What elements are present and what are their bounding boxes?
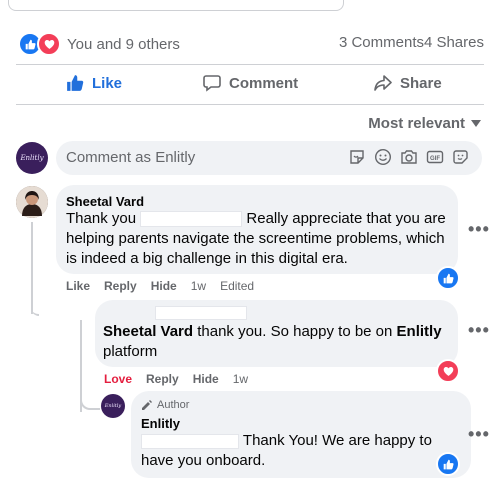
avatar[interactable]: [16, 186, 48, 218]
reply-hide-link[interactable]: Hide: [193, 372, 219, 386]
redacted-mention: [140, 211, 243, 228]
comment-input[interactable]: Comment as Enlitly GIF: [56, 141, 482, 175]
thread-line: [80, 392, 100, 410]
pencil-icon: [142, 400, 152, 410]
comment-hide-link[interactable]: Hide: [151, 279, 177, 293]
redacted-mention: [141, 433, 239, 449]
reply-text: Thank You! We are happy to have you onbo…: [141, 432, 432, 469]
comments-count[interactable]: 3 Comments: [339, 34, 424, 51]
share-icon: [374, 75, 392, 91]
thumbs-up-icon: [67, 75, 84, 91]
comment-placeholder: Comment as Enlitly: [66, 149, 196, 166]
comment-label: Comment: [229, 74, 299, 92]
share-button[interactable]: Share: [374, 74, 442, 92]
avatar-sticker-icon[interactable]: [452, 148, 470, 166]
reply-bubble: Sheetal Vard thank you. So happy to be o…: [95, 300, 458, 367]
gif-icon[interactable]: GIF: [426, 148, 444, 166]
comment-author[interactable]: Sheetal Vard: [66, 194, 144, 209]
like-icon[interactable]: [436, 266, 460, 290]
comment-icon: [203, 75, 221, 92]
like-label: Like: [92, 74, 123, 92]
like-button[interactable]: Like: [66, 74, 122, 92]
reactions-text[interactable]: You and 9 others: [67, 36, 180, 53]
like-icon[interactable]: [436, 452, 460, 476]
comment-meta: Like Reply Hide 1w Edited: [66, 279, 254, 293]
svg-text:GIF: GIF: [430, 156, 440, 162]
more-options-button[interactable]: •••: [468, 219, 490, 240]
comment-text: Thank you Really appreciate that you are…: [66, 210, 446, 267]
share-label: Share: [400, 74, 442, 92]
mention-link[interactable]: Enlitly: [397, 323, 442, 340]
reply-author[interactable]: Enlitly: [141, 416, 180, 431]
reply-text: Sheetal Vard thank you. So happy to be o…: [103, 323, 442, 360]
divider: [16, 104, 484, 105]
reply-bubble: Author Enlitly Thank You! We are happy t…: [131, 391, 471, 478]
reply-love-link[interactable]: Love: [104, 372, 132, 386]
avatar[interactable]: Enlitly: [101, 394, 125, 418]
sticker-icon[interactable]: [348, 148, 366, 166]
author-badge: Author: [141, 399, 189, 411]
reply-author[interactable]: Sheetal Vard: [103, 323, 193, 340]
reply-meta: Love Reply Hide 1w: [104, 372, 248, 386]
more-options-button[interactable]: •••: [468, 320, 490, 341]
thread-line: [31, 296, 39, 316]
edited-label[interactable]: Edited: [220, 279, 254, 293]
redacted-mention: [155, 306, 247, 320]
comment-bubble: Sheetal Vard Thank you Really appreciate…: [56, 185, 458, 274]
love-icon: [37, 32, 61, 56]
emoji-icon[interactable]: [374, 148, 392, 166]
profile-photo-icon: [16, 186, 48, 218]
reply-timestamp[interactable]: 1w: [233, 372, 248, 386]
comment-button[interactable]: Comment: [203, 74, 298, 92]
sort-dropdown[interactable]: Most relevant: [368, 115, 481, 132]
divider: [16, 64, 484, 65]
camera-icon[interactable]: [400, 148, 418, 166]
reaction-summary[interactable]: You and 9 others: [18, 32, 180, 56]
post-card-edge: [8, 0, 344, 11]
love-icon[interactable]: [436, 359, 460, 383]
avatar[interactable]: Enlitly: [16, 142, 48, 174]
comment-timestamp[interactable]: 1w: [191, 279, 206, 293]
sort-label: Most relevant: [368, 115, 465, 132]
comment-like-link[interactable]: Like: [66, 279, 90, 293]
shares-count[interactable]: 4 Shares: [424, 34, 484, 51]
more-options-button[interactable]: •••: [468, 424, 490, 445]
reply-reply-link[interactable]: Reply: [146, 372, 179, 386]
caret-down-icon: [471, 119, 481, 127]
comment-reply-link[interactable]: Reply: [104, 279, 137, 293]
